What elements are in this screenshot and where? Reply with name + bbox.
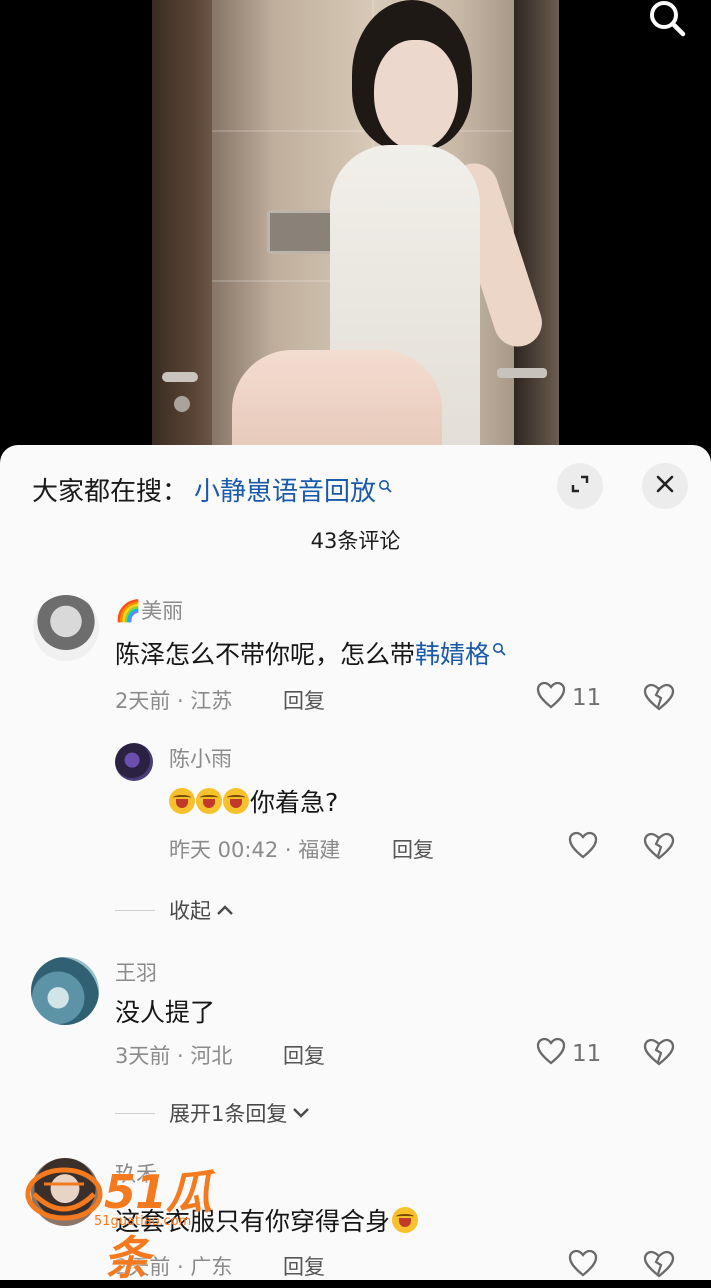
mirror [514, 0, 559, 460]
avatar[interactable] [31, 1158, 99, 1226]
broken-heart-icon [643, 832, 675, 864]
comment-time: 3天前 [115, 1044, 171, 1068]
door-image-area [152, 0, 212, 460]
reply-button[interactable]: 回复 [283, 1251, 325, 1280]
like-count: 11 [572, 685, 602, 711]
hot-search-term[interactable]: 小静崽语音回放 [194, 471, 376, 508]
comment-author[interactable]: 陈小雨 [169, 743, 232, 773]
avatar[interactable] [115, 743, 153, 781]
like-button[interactable]: 11 [536, 1037, 601, 1071]
small-search-icon [492, 633, 506, 662]
dislike-button[interactable] [643, 683, 675, 715]
like-button[interactable] [568, 1249, 598, 1280]
comment-text[interactable]: 你着急? [169, 783, 338, 819]
video-player[interactable] [0, 0, 711, 460]
avatar[interactable] [33, 595, 99, 661]
wall-fixture [267, 210, 337, 254]
door-handle [162, 372, 198, 382]
dislike-button[interactable] [643, 1038, 675, 1070]
expand-label: 展开1条回复 [169, 1102, 288, 1126]
faucet [497, 368, 547, 378]
heart-icon [568, 831, 598, 865]
comment-search-link[interactable]: 韩婧格 [415, 635, 490, 671]
collapse-replies-toggle[interactable]: 收起 [115, 895, 235, 925]
heart-icon [536, 681, 566, 715]
comment-location: 江苏 [190, 689, 233, 713]
comment-count: 43条评论 [310, 529, 401, 553]
crying-laugh-emoji [392, 1207, 419, 1233]
comment-time: 2天前 [115, 1255, 171, 1279]
comment-author[interactable]: 玖禾 [115, 1158, 157, 1188]
door-lock [174, 396, 190, 412]
expand-icon [569, 473, 591, 499]
comment-body: 陈泽怎么不带你呢，怎么带 [115, 640, 416, 669]
comment-meta: 3天前 · 河北 [115, 1044, 233, 1068]
broken-heart-icon [643, 683, 675, 715]
close-button[interactable] [642, 463, 688, 509]
comments-sheet: 大家都在搜： 小静崽语音回放 43条评论 🌈美丽 陈泽怎么不带你呢，怎么带 韩婧… [0, 445, 711, 1280]
comment-text[interactable]: 陈泽怎么不带你呢，怎么带 韩婧格 [115, 635, 506, 671]
heart-icon [568, 1249, 598, 1280]
person-face [374, 40, 458, 150]
comment-text[interactable]: 这套衣服只有你穿得合身 [115, 1202, 419, 1238]
chevron-down-icon [291, 1101, 311, 1125]
like-count: 11 [572, 1041, 602, 1067]
heart-icon [536, 1037, 566, 1071]
crying-laugh-emoji [223, 788, 249, 814]
like-button[interactable]: 11 [536, 681, 601, 715]
broken-heart-icon [643, 1038, 675, 1070]
crying-laugh-emoji [196, 788, 222, 814]
comment-body: 这套衣服只有你穿得合身 [115, 1207, 391, 1236]
chevron-up-icon [215, 898, 235, 922]
dislike-button[interactable] [643, 832, 675, 864]
comment-author[interactable]: 王羽 [115, 957, 157, 987]
collapse-label: 收起 [169, 899, 211, 923]
hot-search-bar[interactable]: 大家都在搜： 小静崽语音回放 [32, 471, 392, 508]
comment-meta: 2天前 · 江苏 [115, 689, 233, 713]
like-button[interactable] [568, 831, 598, 865]
person-leg [232, 350, 442, 460]
expand-replies-toggle[interactable]: 展开1条回复 [115, 1098, 311, 1128]
small-search-icon [378, 470, 392, 500]
comment-time: 昨天 00:42 [169, 838, 279, 862]
rainbow-emoji: 🌈 [115, 599, 142, 623]
reply-button[interactable]: 回复 [283, 1040, 325, 1070]
reply-button[interactable]: 回复 [392, 834, 434, 864]
comment-meta: 昨天 00:42 · 福建 [169, 838, 341, 862]
crying-laugh-emoji [169, 788, 195, 814]
comment-author[interactable]: 🌈美丽 [115, 595, 183, 625]
close-icon [655, 474, 675, 498]
comment-text[interactable]: 没人提了 [115, 993, 215, 1029]
comment-meta: 2天前 · 广东 [115, 1255, 233, 1279]
comment-location: 福建 [298, 838, 341, 862]
comment-location: 广东 [190, 1255, 233, 1279]
expand-button[interactable] [557, 463, 603, 509]
tile-line [212, 130, 512, 132]
video-frame[interactable] [152, 0, 559, 460]
avatar[interactable] [31, 957, 99, 1025]
comment-time: 2天前 [115, 689, 171, 713]
broken-heart-icon [643, 1250, 675, 1280]
reply-button[interactable]: 回复 [283, 685, 325, 715]
hot-search-label: 大家都在搜： [32, 477, 189, 507]
comment-body: 你着急? [250, 788, 339, 817]
comment-location: 河北 [190, 1044, 233, 1068]
divider [115, 1112, 155, 1114]
divider [115, 909, 155, 911]
author-name: 美丽 [141, 599, 184, 623]
search-icon[interactable] [645, 0, 689, 40]
dislike-button[interactable] [643, 1250, 675, 1280]
